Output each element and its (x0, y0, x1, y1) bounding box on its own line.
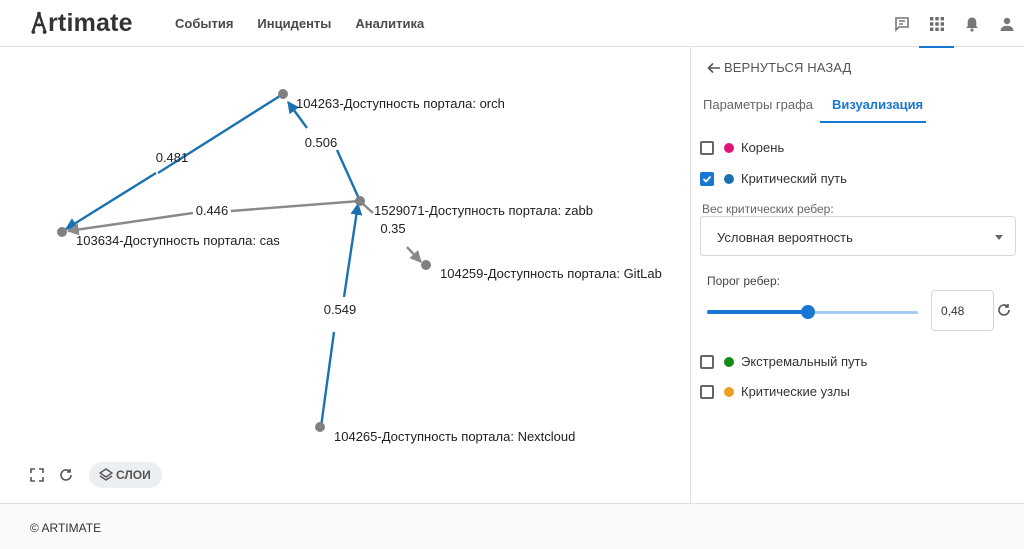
graph-canvas[interactable]: 0.481 0.506 0.446 0.35 0.549 104263-Дост… (0, 47, 690, 503)
header-icons (884, 0, 1024, 48)
check-icon (702, 175, 712, 183)
graph-node[interactable]: 1529071-Доступность портала: zabb (355, 196, 593, 218)
option-label: Экстремальный путь (741, 354, 868, 369)
layers-button[interactable]: СЛОИ (89, 462, 162, 488)
option-label: Критические узлы (741, 384, 850, 399)
threshold-label: Порог ребер: (707, 274, 780, 288)
option-label: Критический путь (741, 171, 847, 186)
layers-label: СЛОИ (116, 468, 151, 482)
layers-icon (99, 468, 113, 481)
root-checkbox[interactable] (700, 140, 714, 155)
reset-icon[interactable] (997, 303, 1013, 319)
refresh-icon[interactable] (56, 465, 76, 485)
critical-path-checkbox[interactable] (700, 171, 714, 186)
critical-nodes-checkbox[interactable] (700, 384, 714, 399)
chat-icon[interactable] (884, 0, 919, 47)
option-label: Корень (741, 140, 785, 155)
back-label: ВЕРНУТЬСЯ НАЗАД (724, 60, 852, 75)
back-button[interactable]: ВЕРНУТЬСЯ НАЗАД (707, 60, 851, 75)
node-label: 103634-Доступность портала: cas (76, 233, 280, 248)
edge-weight-label: 0.506 (305, 135, 338, 150)
graph-edge[interactable]: 0.549 (319, 202, 363, 428)
app-footer: © ARTIMATE (0, 503, 1024, 549)
edge-weight-label: 0.481 (156, 150, 189, 165)
graph-toolbar: СЛОИ (27, 462, 162, 488)
critical-path-color-dot (724, 173, 734, 184)
node-label: 104259-Доступность портала: GitLab (440, 266, 662, 281)
settings-panel: ВЕРНУТЬСЯ НАЗАД Параметры графа Визуализ… (690, 47, 1024, 503)
slider-thumb[interactable] (801, 305, 816, 319)
option-critical-nodes[interactable]: Критические узлы (700, 384, 850, 399)
graph-svg[interactable]: 0.481 0.506 0.446 0.35 0.549 104263-Дост… (0, 47, 690, 503)
option-root[interactable]: Корень (700, 140, 784, 155)
graph-node[interactable]: 104263-Доступность портала: orch (278, 89, 505, 111)
node-label: 1529071-Доступность портала: zabb (374, 203, 593, 218)
nav-incidents[interactable]: Инциденты (257, 16, 331, 31)
arrow-left-icon (707, 62, 720, 73)
threshold-input[interactable]: 0,48 (931, 290, 994, 331)
option-critical-path[interactable]: Критический путь (700, 171, 847, 186)
node-label: 104263-Доступность портала: orch (296, 96, 505, 111)
graph-edge[interactable]: 0.506 (287, 101, 362, 202)
logo[interactable]: rtimate (31, 9, 133, 38)
node-label: 104265-Доступность портала: Nextcloud (334, 429, 575, 444)
graph-node[interactable]: 104259-Доступность портала: GitLab (421, 260, 662, 281)
main-nav: События Инциденты Аналитика (175, 16, 448, 31)
weight-select-value: Условная вероятность (717, 230, 853, 245)
fullscreen-icon[interactable] (27, 465, 47, 485)
apps-grid-icon[interactable] (919, 0, 954, 48)
user-icon[interactable] (989, 0, 1024, 47)
critical-nodes-color-dot (724, 386, 734, 397)
tab-graph-params[interactable]: Параметры графа (703, 97, 813, 112)
edge-weight-label: 0.549 (324, 302, 357, 317)
weight-select-caption: Вес критических ребер: (702, 202, 834, 216)
root-color-dot (724, 142, 734, 153)
threshold-slider[interactable] (707, 304, 918, 320)
graph-edge[interactable]: 0.446 (66, 199, 361, 236)
bell-icon[interactable] (954, 0, 989, 47)
logo-mark-icon (31, 11, 47, 34)
panel-tabs: Параметры графа Визуализация (691, 89, 1024, 123)
slider-track (707, 310, 809, 314)
copyright-text: © ARTIMATE (30, 521, 102, 535)
app-header: rtimate События Инциденты Аналитика (0, 0, 1024, 48)
graph-node[interactable]: 104265-Доступность портала: Nextcloud (315, 422, 575, 444)
edge-weight-label: 0.446 (196, 203, 229, 218)
active-tab-indicator (820, 121, 926, 123)
extreme-path-checkbox[interactable] (700, 354, 714, 369)
logo-text: rtimate (48, 9, 133, 37)
tab-visualization[interactable]: Визуализация (832, 97, 923, 112)
weight-select[interactable]: Условная вероятность (700, 216, 1016, 256)
nav-events[interactable]: События (175, 16, 233, 31)
extreme-path-color-dot (724, 356, 734, 367)
edge-weight-label: 0.35 (380, 221, 405, 236)
nav-analytics[interactable]: Аналитика (355, 16, 424, 31)
graph-node[interactable]: 103634-Доступность портала: cas (57, 227, 280, 248)
chevron-down-icon (995, 235, 1003, 240)
option-extreme-path[interactable]: Экстремальный путь (700, 354, 867, 369)
